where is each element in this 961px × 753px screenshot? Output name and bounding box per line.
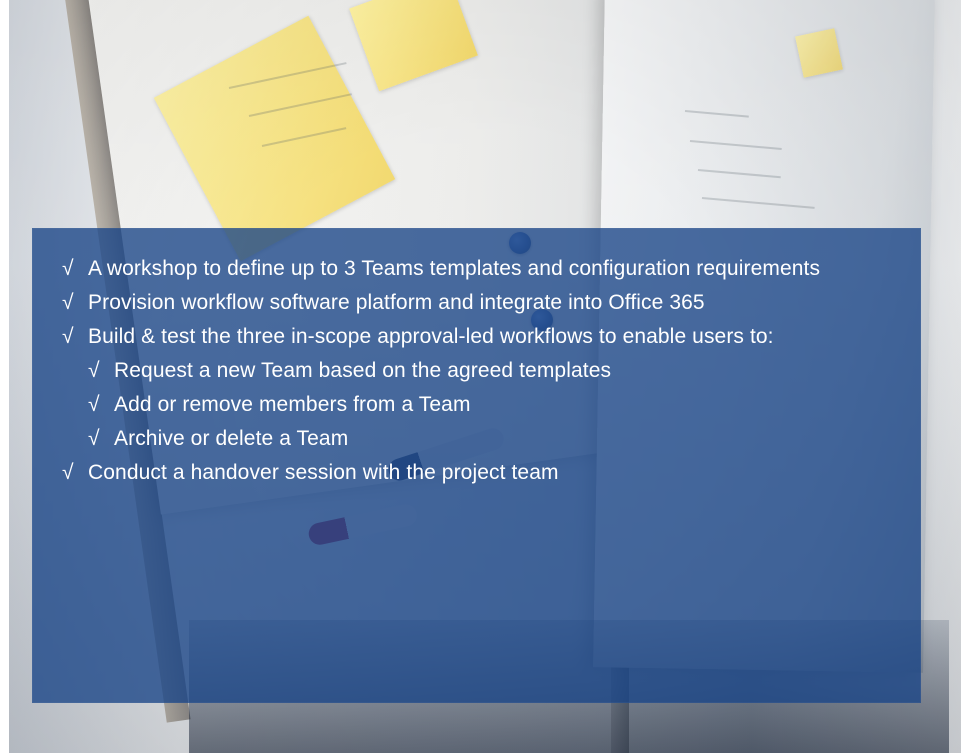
checklist-item: √ Provision workflow software platform a… <box>62 286 902 320</box>
checkmark-icon: √ <box>62 461 74 484</box>
checklist-item-text: Conduct a handover session with the proj… <box>88 461 559 484</box>
checkmark-icon: √ <box>88 427 100 450</box>
slide-frame: √ A workshop to define up to 3 Teams tem… <box>0 0 961 753</box>
checklist-item-text: Build & test the three in-scope approval… <box>88 325 774 348</box>
checklist-item: √ A workshop to define up to 3 Teams tem… <box>62 252 902 286</box>
checklist-subitem: √ Archive or delete a Team <box>62 422 902 456</box>
checklist: √ A workshop to define up to 3 Teams tem… <box>62 252 902 490</box>
checklist-item: √ Build & test the three in-scope approv… <box>62 320 902 354</box>
checklist-subitem: √ Add or remove members from a Team <box>62 388 902 422</box>
checkmark-icon: √ <box>88 359 100 382</box>
checkmark-icon: √ <box>62 291 74 314</box>
checklist-subitem-text: Add or remove members from a Team <box>114 393 471 416</box>
checklist-item: √ Conduct a handover session with the pr… <box>62 456 902 490</box>
checklist-item-text: Provision workflow software platform and… <box>88 291 705 314</box>
checklist-subitem: √ Request a new Team based on the agreed… <box>62 354 902 388</box>
checklist-subitem-text: Archive or delete a Team <box>114 427 349 450</box>
checklist-subitem-text: Request a new Team based on the agreed t… <box>114 359 612 382</box>
checkmark-icon: √ <box>88 393 100 416</box>
checkmark-icon: √ <box>62 325 74 348</box>
checklist-item-text: A workshop to define up to 3 Teams templ… <box>88 257 821 280</box>
checkmark-icon: √ <box>62 257 74 280</box>
